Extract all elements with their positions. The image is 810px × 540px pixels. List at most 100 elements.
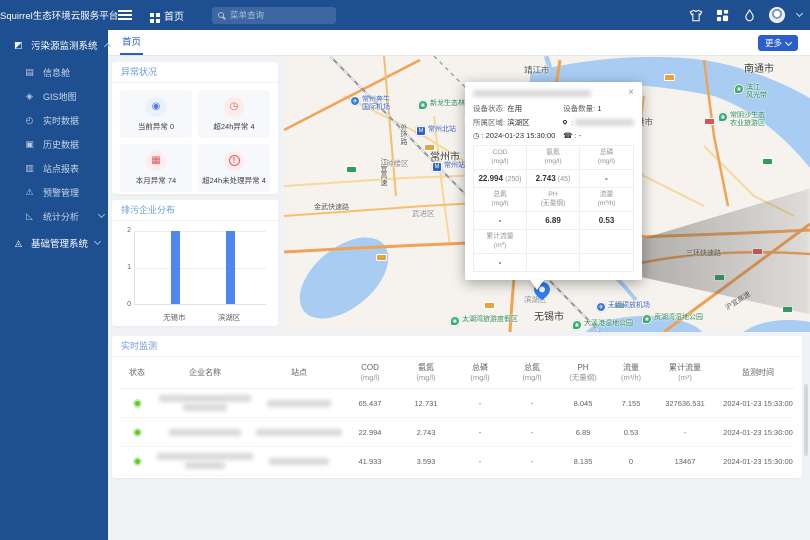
map-poi-大溪港湿地公园[interactable]: ❀大溪港湿地公园 (572, 320, 633, 330)
table-cell: - (454, 428, 506, 437)
abnormal-card-1[interactable]: ◷超24h异常 4 (198, 90, 270, 138)
popup-metric-name: 累计流量(m³) (474, 230, 527, 254)
sidebar-item-GIS地图[interactable]: ◈GIS地图 (0, 84, 108, 108)
sidebar-item-历史数据[interactable]: ▣历史数据 (0, 132, 108, 156)
column-header-监测时间: 监测时间 (716, 368, 800, 378)
sidebar-item-预警管理[interactable]: ⚠预警管理 (0, 180, 108, 204)
table-cell: - (654, 428, 716, 437)
abnormal-card-0[interactable]: ◉ 当前异常 0 (120, 90, 192, 138)
menu-search-box[interactable] (212, 7, 336, 24)
popup-info: 设备状态:在用设备数量:1所属区域:滨湖区:◷:2024-01-23 15:30… (473, 103, 634, 140)
map-label-金武快速路: 金武快速路 (314, 202, 349, 212)
map-poi-常州奔牛[interactable]: ✈常州奔牛国际机场 (350, 96, 390, 112)
status-online-dot (133, 457, 142, 466)
map-poi-label: 常州奔牛国际机场 (362, 96, 390, 112)
popup-info-row-3: : (563, 117, 634, 128)
company-name-redacted (154, 395, 256, 411)
layout-widgets-icon[interactable] (715, 8, 730, 23)
map-poi-滨江[interactable]: ❀滨江风光带 (734, 84, 767, 100)
tab-home[interactable]: 首页 (120, 30, 143, 55)
siren-icon: ◉ (146, 97, 166, 117)
redacted-line (267, 400, 331, 407)
abnormal-card-2[interactable]: ▦本月异常 74 (120, 144, 192, 192)
column-header-流量: 流量(m³/h) (608, 363, 654, 382)
airport-poi-icon: ✈ (350, 96, 360, 106)
table-cell (120, 399, 154, 408)
gis-map[interactable]: × 设备状态:在用设备数量:1所属区域:滨湖区:◷:2024-01-23 15:… (284, 56, 810, 332)
chart-bar-滨湖区[interactable] (226, 231, 235, 304)
popup-metric-value: - (580, 170, 633, 188)
station-name-redacted (256, 458, 342, 465)
map-poi-贡湖湾湿地公园[interactable]: ❀贡湖湾湿地公园 (642, 314, 703, 324)
topbar: Squirrel生态环境云服务平台 首页 (0, 0, 810, 30)
popup-info-value: - (579, 131, 582, 140)
map-poi-常阴沙生态[interactable]: ❀常阴沙生态农业旅游区 (718, 112, 765, 128)
airport-poi-icon: ✈ (596, 302, 606, 312)
road-shield (762, 158, 773, 165)
chart-panel-title: 排污企业分布 (112, 200, 278, 221)
sidebar-item-实时数据[interactable]: ◴实时数据 (0, 108, 108, 132)
flame-icon[interactable] (742, 8, 757, 23)
table-cell: 12.731 (398, 399, 454, 408)
abnormal-card-label: 当前异常 0 (138, 121, 174, 132)
map-poi-无锡硕放机场[interactable]: ✈无锡硕放机场 (596, 302, 650, 312)
sidebar-item-label: GIS地图 (43, 90, 108, 103)
map-poi-常州北站[interactable]: M常州北站 (416, 126, 456, 136)
monitor-table-body: 65.43712.731--8.0457.155327636.5312024-0… (120, 389, 794, 476)
map-poi-label: 常州北站 (428, 126, 456, 134)
map-poi-常州站[interactable]: M常州站 (432, 162, 465, 172)
table-cell: 13467 (654, 457, 716, 466)
popup-metric-value-row: -6.890.53 (474, 212, 633, 230)
chart-bar-无锡市[interactable] (171, 231, 180, 304)
table-row-1[interactable]: 22.9942.743--6.890.53-2024-01-23 15:30:0… (120, 418, 794, 447)
menu-search-input[interactable] (228, 9, 330, 21)
sidebar-group-0[interactable]: ◩污染源监测系统 (0, 30, 108, 60)
popup-info-label: : (571, 118, 573, 127)
park-poi-icon: ❀ (718, 112, 728, 122)
sidebar-item-label: 历史数据 (43, 138, 108, 151)
sidebar-item-label: 站点报表 (43, 162, 108, 175)
company-name-redacted (154, 429, 256, 436)
sidebar-item-label: 统计分析 (43, 210, 91, 223)
park-poi-icon: ❀ (642, 314, 652, 324)
map-label-靖江市: 靖江市 (524, 64, 550, 76)
sidebar-group-1[interactable]: ◬基础管理系统 (0, 228, 108, 258)
table-cell (256, 429, 342, 436)
redacted-line (169, 429, 241, 436)
base-system-icon: ◬ (13, 238, 24, 249)
park-poi-icon: ❀ (418, 100, 428, 110)
redacted-line (185, 462, 225, 469)
popup-metric-value: 2.743 (45) (527, 170, 580, 188)
alert-manage-icon: ⚠ (24, 187, 35, 198)
chart-ytick: 0 (120, 301, 131, 308)
map-poi-新龙生态林[interactable]: ❀新龙生态林 (418, 100, 465, 110)
sidebar-collapse-icon[interactable] (118, 14, 132, 16)
skin-theme-icon[interactable] (688, 8, 703, 23)
map-poi-太湖湾旅游度假区[interactable]: ❀太湖湾旅游度假区 (450, 316, 518, 326)
column-header-状态: 状态 (120, 368, 154, 378)
chevron-down-icon (98, 211, 105, 218)
road-shield (484, 302, 495, 309)
breadcrumb-home[interactable]: 首页 (150, 8, 184, 23)
popup-metric-name: 氨氮(mg/l) (527, 146, 580, 170)
table-row-0[interactable]: 65.43712.731--8.0457.155327636.5312024-0… (120, 389, 794, 418)
page-scrollbar-thumb[interactable] (804, 384, 808, 456)
redacted-line (159, 395, 251, 402)
chevron-down-icon[interactable] (796, 10, 803, 17)
more-button[interactable]: 更多 (758, 35, 798, 51)
table-row-2[interactable]: 41.9333.593--8.1350134672024-01-23 15:30… (120, 447, 794, 476)
stats-analysis-icon: ◺ (24, 211, 35, 222)
popup-close-icon[interactable]: × (628, 89, 634, 97)
abnormal-card-label: 本月异常 74 (136, 175, 176, 186)
sidebar-item-站点报表[interactable]: ▥站点报表 (0, 156, 108, 180)
table-cell: 65.437 (342, 399, 398, 408)
popup-metric-header-row: 总氮(mg/l)PH(无量纲)流量(m³/h) (474, 188, 633, 212)
user-avatar[interactable] (769, 7, 785, 23)
sidebar-item-统计分析[interactable]: ◺ 统计分析 (0, 204, 108, 228)
park-poi-icon: ❀ (450, 316, 460, 326)
table-cell: 2024-01-23 15:30:00 (716, 457, 800, 466)
chart-ytick: 1 (120, 264, 131, 271)
abnormal-card-3[interactable]: !超24h未处理异常 4 (198, 144, 270, 192)
sidebar-item-信息舱[interactable]: ▤信息舱 (0, 60, 108, 84)
popup-metric-name: PH(无量纲) (527, 188, 580, 212)
